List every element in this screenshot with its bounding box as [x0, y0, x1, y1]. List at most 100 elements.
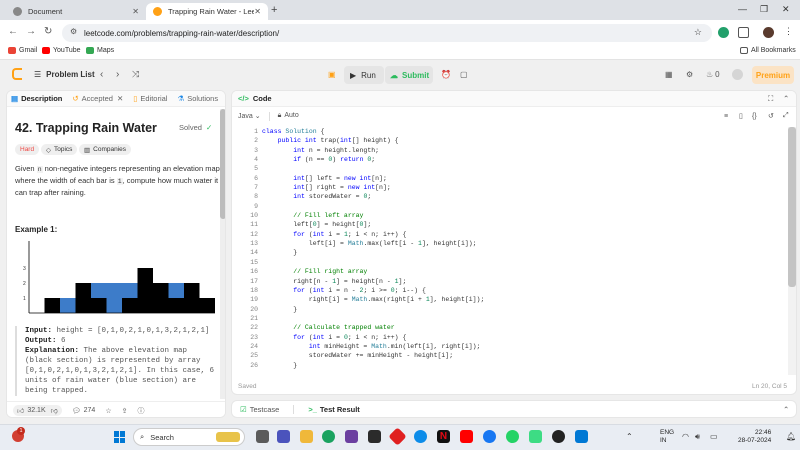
fullscreen-icon[interactable]: ⛶	[768, 94, 773, 104]
companies-chip[interactable]: ▥ Companies	[79, 144, 132, 155]
netflix-icon[interactable]: N	[437, 430, 450, 443]
thumbs-up-icon: 👍︎	[17, 408, 25, 415]
elevation-bar	[168, 298, 184, 313]
premium-button[interactable]: Premium	[752, 66, 794, 84]
tab-description[interactable]: ▤ Description	[11, 94, 62, 103]
extensions-puzzle-icon[interactable]	[738, 27, 749, 38]
wifi-icon[interactable]: ◠	[682, 432, 689, 441]
windows-start-icon[interactable]	[114, 431, 126, 443]
file-explorer-icon[interactable]	[300, 430, 313, 443]
url-bar[interactable]: ⚙ leetcode.com/problems/trapping-rain-wa…	[62, 24, 712, 42]
forward-icon[interactable]: →	[26, 26, 36, 37]
language-select[interactable]: Java ⌄	[238, 112, 261, 120]
tab-editorial[interactable]: ▯ Editorial	[133, 94, 167, 103]
star-icon[interactable]: ☆	[105, 407, 111, 415]
minimize-icon[interactable]: —	[738, 4, 747, 14]
share-icon[interactable]: ⇪	[122, 407, 128, 415]
line-number: 17	[250, 277, 258, 285]
collapse-icon[interactable]: ⌃	[783, 94, 789, 103]
help-icon[interactable]: ⓘ	[137, 406, 144, 416]
app-icon[interactable]	[345, 430, 358, 443]
whatsapp-icon[interactable]	[506, 430, 519, 443]
close-window-icon[interactable]: ✕	[782, 4, 790, 15]
code-icon: </>	[238, 94, 249, 103]
close-icon[interactable]: ✕	[132, 7, 139, 16]
code-editor[interactable]: class Solution { public int trap(int[] h…	[262, 127, 782, 370]
layout-icon[interactable]: ▦	[665, 70, 673, 79]
bookmark-star-icon[interactable]: ☆	[694, 27, 702, 38]
extension-icon[interactable]	[718, 27, 729, 38]
bookmark-gmail[interactable]: Gmail	[8, 47, 37, 54]
scrollbar-thumb[interactable]	[220, 109, 225, 219]
notification-badge: 1	[17, 427, 25, 435]
teams-icon[interactable]	[277, 430, 290, 443]
battery-icon[interactable]: ▭	[710, 432, 718, 441]
shuffle-icon[interactable]: ⤨	[132, 69, 139, 80]
streak-counter[interactable]: ♨ 0	[706, 70, 720, 79]
notifications-icon[interactable]: 🔔︎	[786, 432, 796, 441]
settings-gear-icon[interactable]: ⚙	[686, 70, 693, 79]
elevation-bar	[153, 283, 169, 313]
language-indicator[interactable]: ENG IN	[660, 429, 674, 445]
bookmark-maps[interactable]: Maps	[86, 47, 114, 54]
bookmark-icon[interactable]: ▯	[739, 112, 743, 120]
problem-list-button[interactable]: ☰ Problem List	[34, 70, 95, 79]
site-info-icon[interactable]: ⚙	[70, 27, 77, 36]
chrome-icon[interactable]	[322, 430, 335, 443]
bookmark-youtube[interactable]: YouTube	[42, 47, 81, 54]
reset-icon[interactable]: ↺	[768, 112, 774, 120]
system-clock[interactable]: 22:46 28-07-2024	[738, 429, 771, 445]
all-bookmarks[interactable]: All Bookmarks	[740, 47, 796, 54]
task-view-icon[interactable]	[256, 430, 269, 443]
next-problem-icon[interactable]: ›	[116, 69, 119, 80]
prev-problem-icon[interactable]: ‹	[100, 69, 103, 80]
profile-avatar[interactable]	[763, 27, 774, 38]
volume-icon[interactable]: 🔊︎	[695, 432, 700, 442]
back-icon[interactable]: ←	[8, 26, 18, 37]
tray-overflow-icon[interactable]: ⌃	[626, 432, 633, 441]
terminal-app-icon[interactable]	[368, 430, 381, 443]
tab-test-result[interactable]: >_ Test Result	[308, 405, 359, 414]
bookmarks-bar	[0, 45, 800, 60]
close-icon[interactable]: ✕	[254, 7, 261, 16]
youtube-app-icon[interactable]	[460, 430, 473, 443]
timer-icon[interactable]: ⏰	[441, 70, 451, 79]
edge-icon[interactable]	[414, 430, 427, 443]
new-tab-button[interactable]: +	[271, 4, 277, 16]
run-button[interactable]: ▶ Run	[344, 66, 384, 84]
submit-button[interactable]: ☁ Submit	[385, 66, 433, 84]
android-icon[interactable]	[529, 430, 542, 443]
vscode-icon[interactable]	[575, 430, 588, 443]
browser-tab-document[interactable]: Document ✕	[6, 3, 146, 20]
topics-chip[interactable]: ◇ Topics	[41, 144, 78, 155]
debug-icon[interactable]: ▣	[328, 70, 336, 79]
braces-icon[interactable]: {}	[752, 113, 757, 120]
browser-tab-leetcode[interactable]: Trapping Rain Water - LeetCod ✕	[146, 3, 268, 20]
tab-solutions[interactable]: ⚗ Solutions	[177, 94, 218, 103]
tag-icon: ◇	[46, 146, 51, 154]
collapse-icon[interactable]: ⌃	[783, 405, 789, 414]
media-player-icon[interactable]	[552, 430, 565, 443]
notes-icon[interactable]: ▢	[460, 70, 468, 79]
like-button[interactable]: 👍︎ 32.1K 👎︎	[13, 405, 62, 416]
maximize-icon[interactable]: ❐	[760, 4, 768, 15]
line-number: 13	[250, 240, 258, 248]
reload-icon[interactable]: ↻	[44, 26, 52, 37]
facebook-icon[interactable]	[483, 430, 496, 443]
auto-mode[interactable]: 🔒︎ Auto	[278, 112, 299, 120]
tab-code[interactable]: Code	[253, 94, 272, 103]
panel-tabs: ▤ Description ↺ Accepted ✕ ▯ Editorial ⚗ Solu…	[7, 91, 225, 107]
problem-footer: 👍︎ 32.1K 👎︎ 💬︎ 274 ☆ ⇪ ⓘ	[7, 401, 225, 417]
leetcode-logo-icon[interactable]	[12, 68, 22, 80]
scrollbar-thumb[interactable]	[788, 127, 796, 287]
taskbar-search[interactable]: ⌕ Search	[133, 428, 245, 446]
thumbs-down-icon[interactable]: 👎︎	[51, 406, 58, 415]
expand-icon[interactable]: ⤢	[783, 112, 789, 120]
close-icon[interactable]: ✕	[117, 94, 123, 103]
format-icon[interactable]: ≡	[724, 113, 728, 120]
menu-kebab-icon[interactable]: ⋮	[784, 26, 793, 37]
comments-button[interactable]: 💬︎ 274	[72, 407, 96, 415]
tab-testcase[interactable]: ☑ Testcase	[240, 405, 279, 414]
user-avatar[interactable]	[732, 69, 743, 80]
tab-accepted[interactable]: ↺ Accepted ✕	[72, 94, 123, 103]
